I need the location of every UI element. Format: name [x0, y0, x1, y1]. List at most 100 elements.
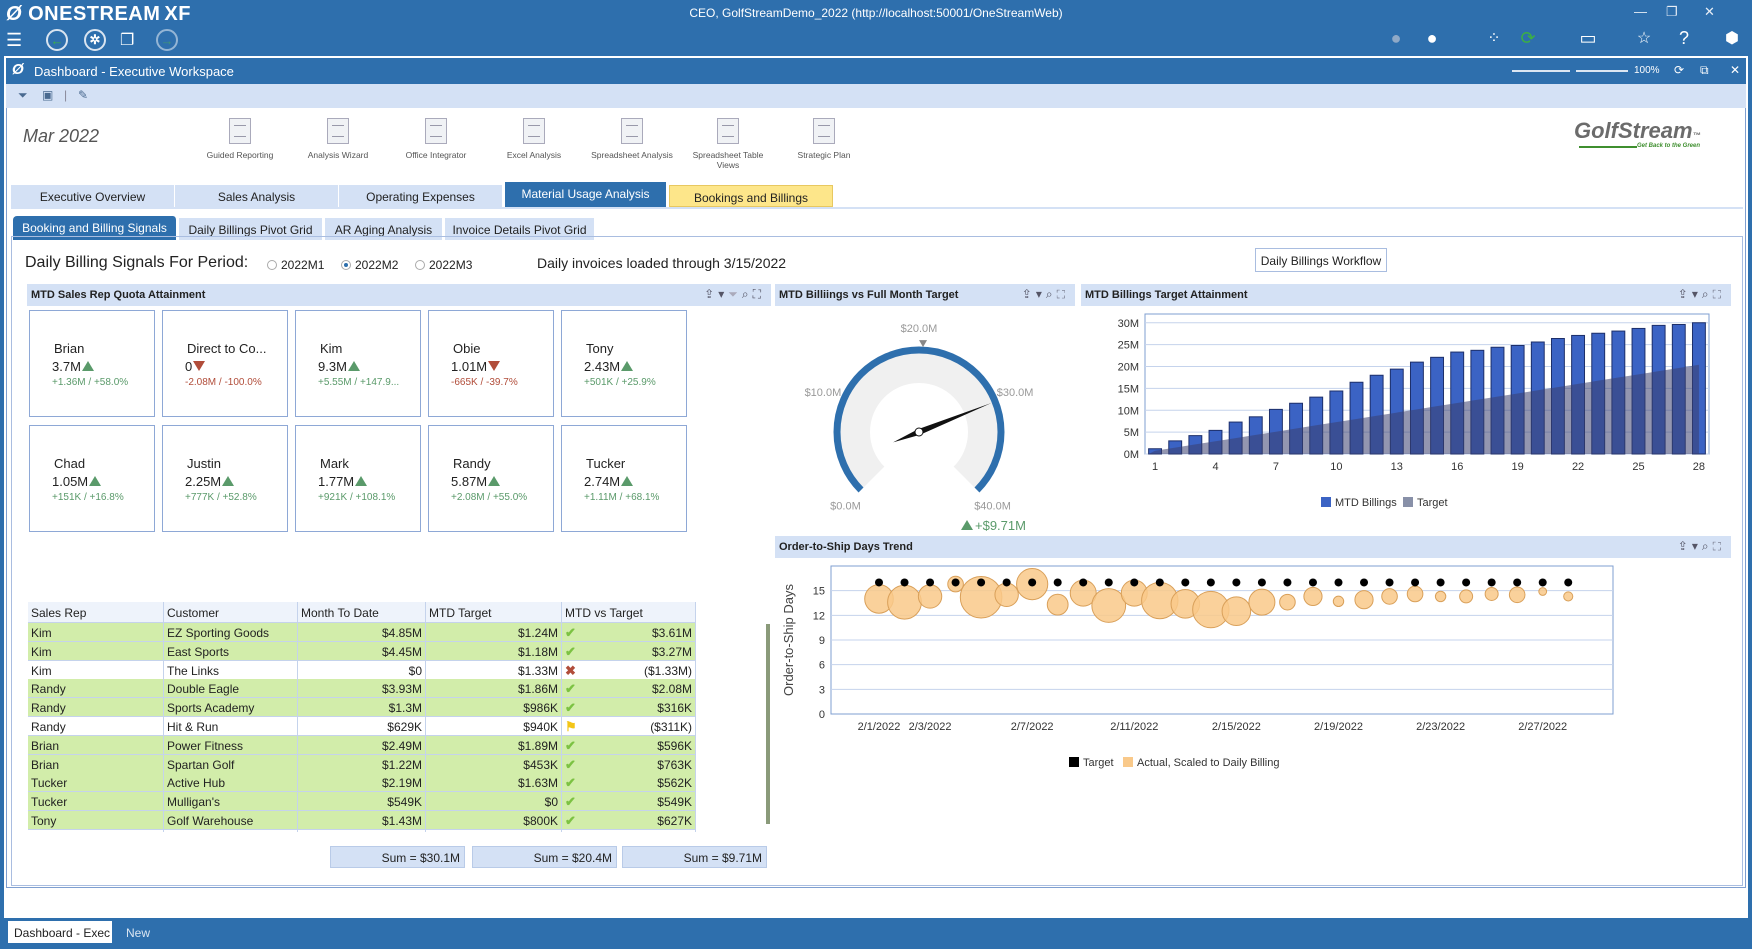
- documents-icon[interactable]: ❐: [120, 30, 134, 50]
- daily-billings-workflow-button[interactable]: Daily Billings Workflow: [1255, 248, 1387, 272]
- settings-cube-icon[interactable]: ⬢: [1720, 28, 1744, 48]
- tab-executive-overview[interactable]: Executive Overview: [11, 185, 175, 207]
- launcher-guided-reporting[interactable]: Guided Reporting: [195, 118, 285, 160]
- export-icon[interactable]: ⇪: [1678, 539, 1692, 553]
- refresh-selection-icon[interactable]: ▣: [42, 88, 53, 102]
- launcher-excel-analysis[interactable]: Excel Analysis: [489, 118, 579, 160]
- radio-2022m1[interactable]: 2022M1: [267, 258, 324, 272]
- user-logoff-icon[interactable]: ●: [1420, 28, 1444, 49]
- radio-button[interactable]: [267, 260, 277, 270]
- maximize-icon[interactable]: ⛶: [1713, 539, 1725, 553]
- zoom-slider-track-left[interactable]: [1512, 70, 1570, 72]
- table-row[interactable]: Tucker Active Hub $2.19M $1.63M ✔ $562K: [28, 773, 773, 793]
- quota-card[interactable]: Mark 1.77M +921K / +108.1%: [295, 425, 421, 532]
- launcher-spreadsheet-analysis[interactable]: Spreadsheet Analysis: [587, 118, 677, 160]
- radio-button[interactable]: [415, 260, 425, 270]
- clipboard-icon[interactable]: ▭: [1576, 28, 1600, 49]
- quota-card[interactable]: Obie 1.01M -665K / -39.7%: [428, 310, 554, 417]
- table-row[interactable]: Randy Hit & Run $629K $940K ⚑ ($311K): [28, 717, 773, 736]
- cell-mtd-vs-target: ✖ ($1.33M): [562, 660, 696, 680]
- export-icon[interactable]: ⇪: [1022, 287, 1036, 301]
- dropdown-icon[interactable]: ▾: [1036, 287, 1046, 301]
- popout-icon[interactable]: ⧉: [1700, 63, 1709, 78]
- quota-card[interactable]: Justin 2.25M +777K / +52.8%: [162, 425, 288, 532]
- hamburger-menu-icon[interactable]: ☰: [6, 30, 22, 51]
- tab-sales-analysis[interactable]: Sales Analysis: [175, 185, 339, 207]
- card-rep-name: Obie: [453, 341, 481, 356]
- minimize-button[interactable]: —: [1634, 4, 1647, 19]
- grid-scrollbar[interactable]: [766, 624, 770, 824]
- quota-panel-header: MTD Sales Rep Quota Attainment ⇪▾⏷⌕⛶: [27, 284, 771, 306]
- edit-pencil-icon[interactable]: ✎: [78, 88, 88, 102]
- radio-button-selected[interactable]: [341, 260, 351, 270]
- quota-card[interactable]: Kim 9.3M +5.55M / +147.9...: [295, 310, 421, 417]
- quota-panel-title: MTD Sales Rep Quota Attainment: [31, 289, 206, 301]
- taskbar-tab-dashboard[interactable]: Dashboard - Exec: [8, 921, 112, 943]
- quota-card[interactable]: Tony 2.43M +501K / +25.9%: [561, 310, 687, 417]
- export-icon[interactable]: ⇪: [1678, 287, 1692, 301]
- gauge-target-marker: [919, 340, 928, 348]
- radio-2022m3[interactable]: 2022M3: [415, 258, 472, 272]
- quota-card[interactable]: Direct to Co... 0 -2.08M / -100.0%: [162, 310, 288, 417]
- launcher-strategic-plan[interactable]: Strategic Plan: [779, 118, 869, 160]
- quota-card[interactable]: Chad 1.05M +151K / +16.8%: [29, 425, 155, 532]
- search-icon[interactable]: ⌕: [742, 287, 753, 301]
- maximize-icon[interactable]: ⛶: [1057, 287, 1069, 301]
- panel-actions: ⇪▾⏷⌕⛶: [704, 287, 765, 302]
- tab-operating-expenses[interactable]: Operating Expenses: [339, 185, 503, 207]
- table-row[interactable]: Brian Power Fitness $2.49M $1.89M ✔ $596K: [28, 735, 773, 755]
- restore-button[interactable]: ❐: [1666, 4, 1678, 20]
- toolbar-divider: |: [64, 88, 68, 102]
- launcher-office-integrator[interactable]: Office Integrator: [391, 118, 481, 160]
- quota-card[interactable]: Brian 3.7M +1.36M / +58.0%: [29, 310, 155, 417]
- launcher-spreadsheet-table-views[interactable]: Spreadsheet Table Views: [683, 118, 773, 170]
- card-value-text: 3.7M: [52, 359, 81, 374]
- zoom-slider-track-right[interactable]: [1576, 70, 1628, 72]
- search-icon[interactable]: ⌕: [1702, 539, 1713, 553]
- search-icon[interactable]: ⌕: [1046, 287, 1057, 301]
- cell-month-to-date: $1.22M: [298, 754, 426, 774]
- favorites-icon[interactable]: ☆: [1632, 28, 1656, 48]
- task-activity-icon[interactable]: ⁘: [1482, 28, 1506, 48]
- close-button[interactable]: ✕: [1704, 4, 1715, 20]
- table-row[interactable]: Randy Sports Academy $1.3M $986K ✔ $316K: [28, 698, 773, 718]
- table-row[interactable]: Kim The Links $0 $1.33M ✖ ($1.33M): [28, 660, 773, 680]
- refresh-dashboard-icon[interactable]: ⟳: [1674, 63, 1684, 77]
- dropdown-icon[interactable]: ▾: [1692, 539, 1702, 553]
- quota-card[interactable]: Randy 5.87M +2.08M / +55.0%: [428, 425, 554, 532]
- workflow-icon[interactable]: ✲: [84, 29, 106, 51]
- variance-value: $3.61M: [651, 626, 692, 640]
- launcher-analysis-wizard[interactable]: Analysis Wizard: [293, 118, 383, 160]
- back-icon[interactable]: ←: [46, 29, 68, 51]
- help-icon[interactable]: ?: [1672, 28, 1696, 49]
- export-icon[interactable]: ⇪: [704, 287, 718, 301]
- taskbar-tab-new[interactable]: New: [120, 921, 156, 943]
- filter-icon[interactable]: ⏷: [18, 88, 28, 103]
- close-dashboard-icon[interactable]: ✕: [1730, 63, 1740, 77]
- dropdown-icon[interactable]: ▾: [718, 287, 728, 301]
- table-row[interactable]: Tony Golf Warehouse $1.43M $800K ✔ $627K: [28, 811, 773, 830]
- dropdown-icon[interactable]: ▾: [1692, 287, 1702, 301]
- legend-label-mtd-billings: MTD Billings: [1335, 497, 1397, 509]
- gauge-tick-label: $40.0M: [974, 501, 1011, 513]
- table-row[interactable]: TonyGolf Hub$1M$1.13M⚑($126K): [28, 829, 773, 832]
- panel-actions: ⇪▾⌕⛶: [1678, 539, 1725, 554]
- refresh-app-icon[interactable]: ⟳: [1516, 28, 1540, 49]
- user-icon[interactable]: ●: [1384, 28, 1408, 49]
- table-row[interactable]: Kim EZ Sporting Goods $4.85M $1.24M ✔ $3.61M: [28, 623, 773, 642]
- tab-material-usage-analysis[interactable]: Material Usage Analysis: [505, 182, 667, 207]
- table-row[interactable]: Randy Double Eagle $3.93M $1.86M ✔ $2.08M: [28, 679, 773, 699]
- quota-card[interactable]: Tucker 2.74M +1.11M / +68.1%: [561, 425, 687, 532]
- search-icon[interactable]: ⌕: [1702, 287, 1713, 301]
- table-row[interactable]: Kim East Sports $4.45M $1.18M ✔ $3.27M: [28, 641, 773, 661]
- maximize-icon[interactable]: ⛶: [1713, 287, 1725, 301]
- table-row[interactable]: Brian Spartan Golf $1.22M $453K ✔ $763K: [28, 754, 773, 774]
- bubble-actual: [994, 582, 1019, 607]
- tab-bookings-and-billings[interactable]: Bookings and Billings: [669, 185, 833, 207]
- forward-icon[interactable]: →: [156, 29, 178, 51]
- zoom-level: 100%: [1634, 65, 1660, 76]
- radio-2022m2[interactable]: 2022M2: [341, 258, 398, 272]
- table-row[interactable]: Tucker Mulligan's $549K $0 ✔ $549K: [28, 792, 773, 812]
- clear-filter-icon[interactable]: ⏷: [728, 287, 742, 301]
- maximize-icon[interactable]: ⛶: [753, 287, 765, 301]
